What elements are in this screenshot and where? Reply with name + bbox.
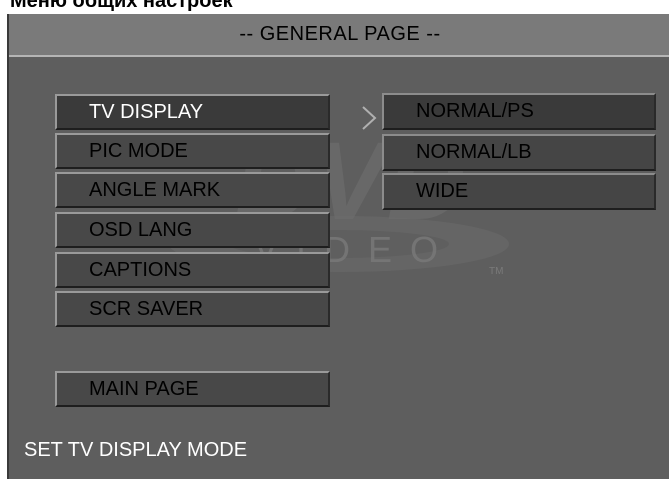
svg-text:TM: TM	[489, 266, 503, 277]
chevron-right-icon	[362, 106, 377, 130]
osd-panel: -- GENERAL PAGE -- DVD VIDEO TM TV DISPL…	[7, 14, 669, 479]
screen-caption: Меню общих настроек	[10, 0, 233, 12]
option-wide[interactable]: WIDE	[382, 173, 656, 210]
menu-item-osd-lang[interactable]: OSD LANG	[55, 212, 330, 248]
status-text: SET TV DISPLAY MODE	[24, 439, 248, 461]
menu-item-captions[interactable]: CAPTIONS	[55, 252, 330, 288]
menu-item-angle-mark[interactable]: ANGLE MARK	[55, 172, 330, 208]
option-normal-lb[interactable]: NORMAL/LB	[382, 134, 656, 171]
menu-item-scr-saver[interactable]: SCR SAVER	[55, 291, 330, 327]
menu-item-pic-mode[interactable]: PIC MODE	[55, 133, 330, 169]
screen: Меню общих настроек -- GENERAL PAGE -- D…	[0, 0, 669, 479]
main-page-button[interactable]: MAIN PAGE	[55, 371, 330, 407]
menu-item-tv-display[interactable]: TV DISPLAY	[55, 94, 330, 130]
option-normal-ps[interactable]: NORMAL/PS	[382, 93, 656, 130]
page-title: -- GENERAL PAGE --	[9, 14, 669, 57]
